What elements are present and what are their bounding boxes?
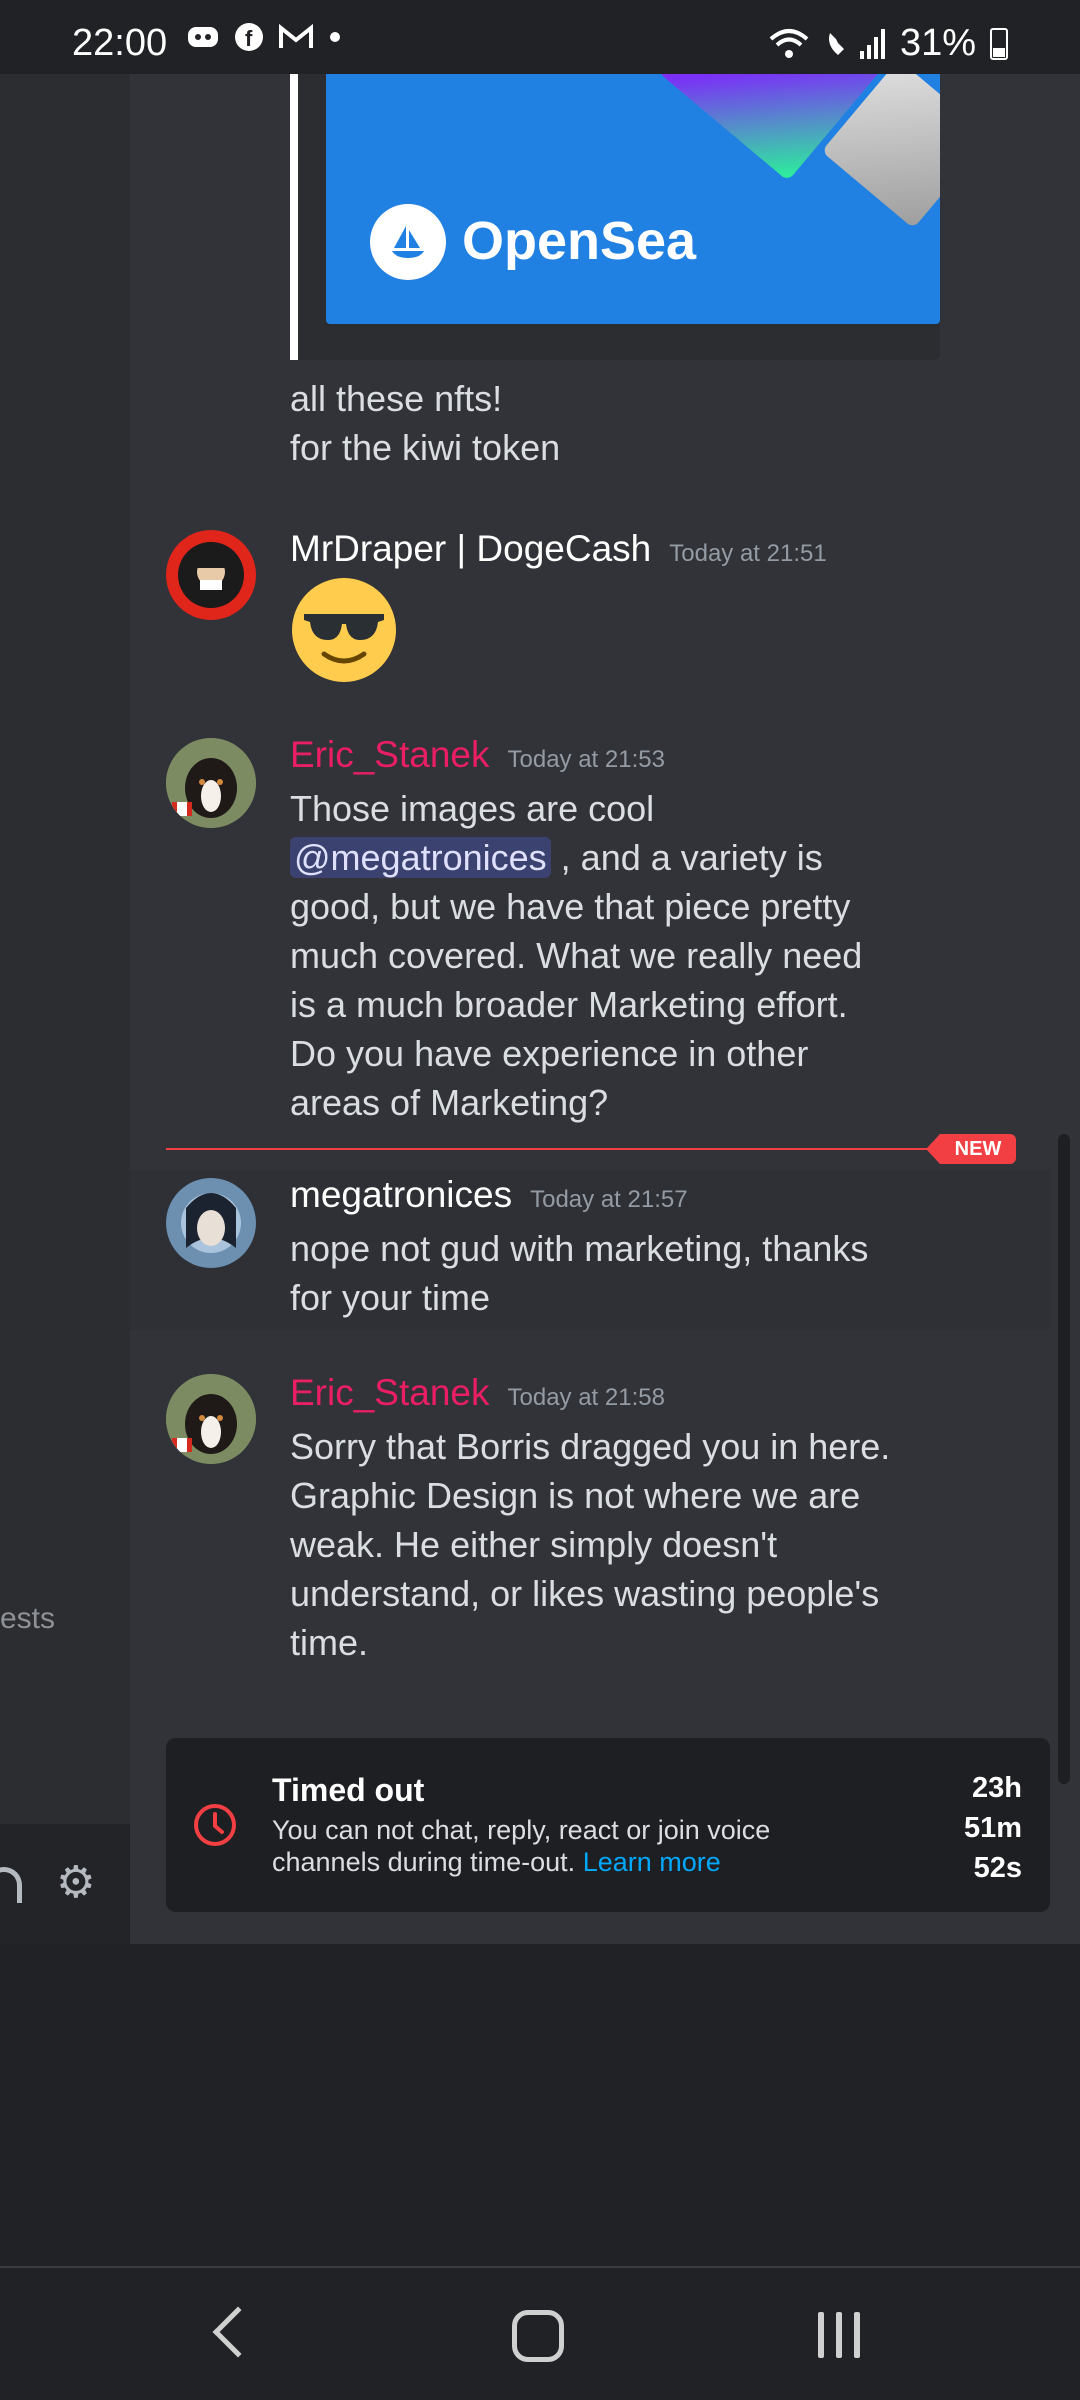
boat-icon [392, 226, 424, 258]
timeout-desc-line: channels during time-out. Learn more [272, 1846, 862, 1878]
status-right: 31% [768, 22, 1008, 65]
timeout-desc-line: You can not chat, reply, react or join v… [272, 1815, 771, 1845]
message-line: Graphic Design is not where we are [290, 1475, 861, 1516]
facebook-icon: f [235, 23, 263, 51]
message-line: areas of Marketing? [290, 1082, 609, 1123]
status-bar: 22:00 f 31% [0, 0, 1080, 74]
message-line: for your time [290, 1277, 491, 1318]
link-embed[interactable]: OpenSea [290, 74, 940, 360]
avatar[interactable] [166, 1178, 256, 1268]
sunglasses-emoji-icon [292, 578, 396, 682]
message-timestamp: Today at 21:53 [507, 746, 665, 773]
timeout-title: Timed out [272, 1772, 425, 1808]
clock-icon [194, 1804, 236, 1846]
message-line: understand, or likes wasting people's [290, 1573, 880, 1614]
message-line: @megatronices , and a variety is [290, 833, 862, 882]
notification-icons: f [186, 22, 342, 52]
discord-icon [188, 27, 218, 47]
message-line: is a much broader Marketing effort. [290, 984, 848, 1025]
author-name[interactable]: MrDraper | DogeCash [290, 528, 651, 569]
recent-apps-icon[interactable] [818, 2312, 860, 2358]
timeout-banner: Timed out You can not chat, reply, react… [166, 1738, 1050, 1912]
message-author[interactable]: MrDraper | DogeCash Today at 21:51 [290, 528, 827, 570]
chat-scrollbar[interactable] [1058, 1134, 1070, 1784]
learn-more-link[interactable]: Learn more [583, 1847, 721, 1877]
svg-text:f: f [245, 26, 253, 51]
system-nav-bar [0, 2266, 1080, 2400]
dot-icon [330, 32, 340, 42]
home-icon[interactable] [512, 2310, 564, 2362]
message-content: nope not gud with marketing, thanks for … [290, 1224, 868, 1322]
gear-icon[interactable]: ⚙ [56, 1861, 95, 1905]
avatar[interactable] [166, 1374, 256, 1464]
author-name[interactable]: megatronices [290, 1174, 512, 1215]
call-signal-icon [828, 28, 885, 59]
timeout-seconds: 52s [973, 1852, 1022, 1884]
message-line: good, but we have that piece pretty [290, 886, 851, 927]
empty-area [0, 1944, 1080, 2266]
status-time: 22:00 [72, 22, 168, 64]
message-timestamp: Today at 21:51 [669, 540, 827, 567]
avatar[interactable] [166, 530, 256, 620]
timeout-hours: 23h [972, 1772, 1022, 1804]
message-line: nope not gud with marketing, thanks [290, 1228, 869, 1269]
message-line: much covered. What we really need [290, 935, 863, 976]
new-messages-divider [166, 1148, 1016, 1150]
timeout-description: You can not chat, reply, react or join v… [272, 1814, 862, 1878]
author-name[interactable]: Eric_Stanek [290, 734, 490, 775]
timeout-desc-text: channels during time-out. [272, 1847, 576, 1877]
message-line: Those images are cool [290, 788, 655, 829]
message-line: for the kiwi token [290, 427, 561, 468]
battery-percent: 31% [899, 22, 976, 64]
embed-image[interactable]: OpenSea [326, 74, 940, 324]
message-line: weak. He either simply doesn't [290, 1524, 778, 1565]
message-timestamp: Today at 21:58 [507, 1384, 665, 1411]
avatar[interactable] [166, 738, 256, 828]
timeout-countdown: 23h 51m 52s [964, 1768, 1022, 1888]
message-author[interactable]: megatronices Today at 21:57 [290, 1174, 688, 1216]
message-author[interactable]: Eric_Stanek Today at 21:58 [290, 1372, 665, 1414]
sidebar-channel-fragment[interactable]: ests [0, 1602, 55, 1636]
message-content: Those images are cool @megatronices , an… [290, 784, 862, 1127]
back-icon[interactable] [212, 2306, 264, 2358]
chat-area: OpenSea all these nfts! for the kiwi tok… [130, 74, 1080, 1944]
message-timestamp: Today at 21:57 [530, 1186, 688, 1213]
message-author[interactable]: Eric_Stanek Today at 21:53 [290, 734, 665, 776]
timeout-minutes: 51m [963, 1812, 1022, 1844]
battery-icon [990, 27, 1008, 60]
message-content: Sorry that Borris dragged you in here. G… [290, 1422, 890, 1667]
message-line: time. [290, 1622, 369, 1663]
message-line: all these nfts! [290, 378, 503, 419]
message-text: , and a variety is [560, 837, 823, 878]
message-content: all these nfts! for the kiwi token [290, 374, 560, 472]
channel-sidebar: ests ⚙ [0, 74, 130, 1944]
embed-brand-title: OpenSea [462, 211, 697, 271]
message-line: Sorry that Borris dragged you in here. [290, 1426, 891, 1467]
gmail-icon [279, 23, 313, 48]
user-mention[interactable]: @megatronices [290, 837, 551, 878]
new-badge: NEW [926, 1134, 1016, 1164]
author-name[interactable]: Eric_Stanek [290, 1372, 490, 1413]
wifi-icon [769, 28, 809, 58]
message-line: Do you have experience in other [290, 1033, 809, 1074]
